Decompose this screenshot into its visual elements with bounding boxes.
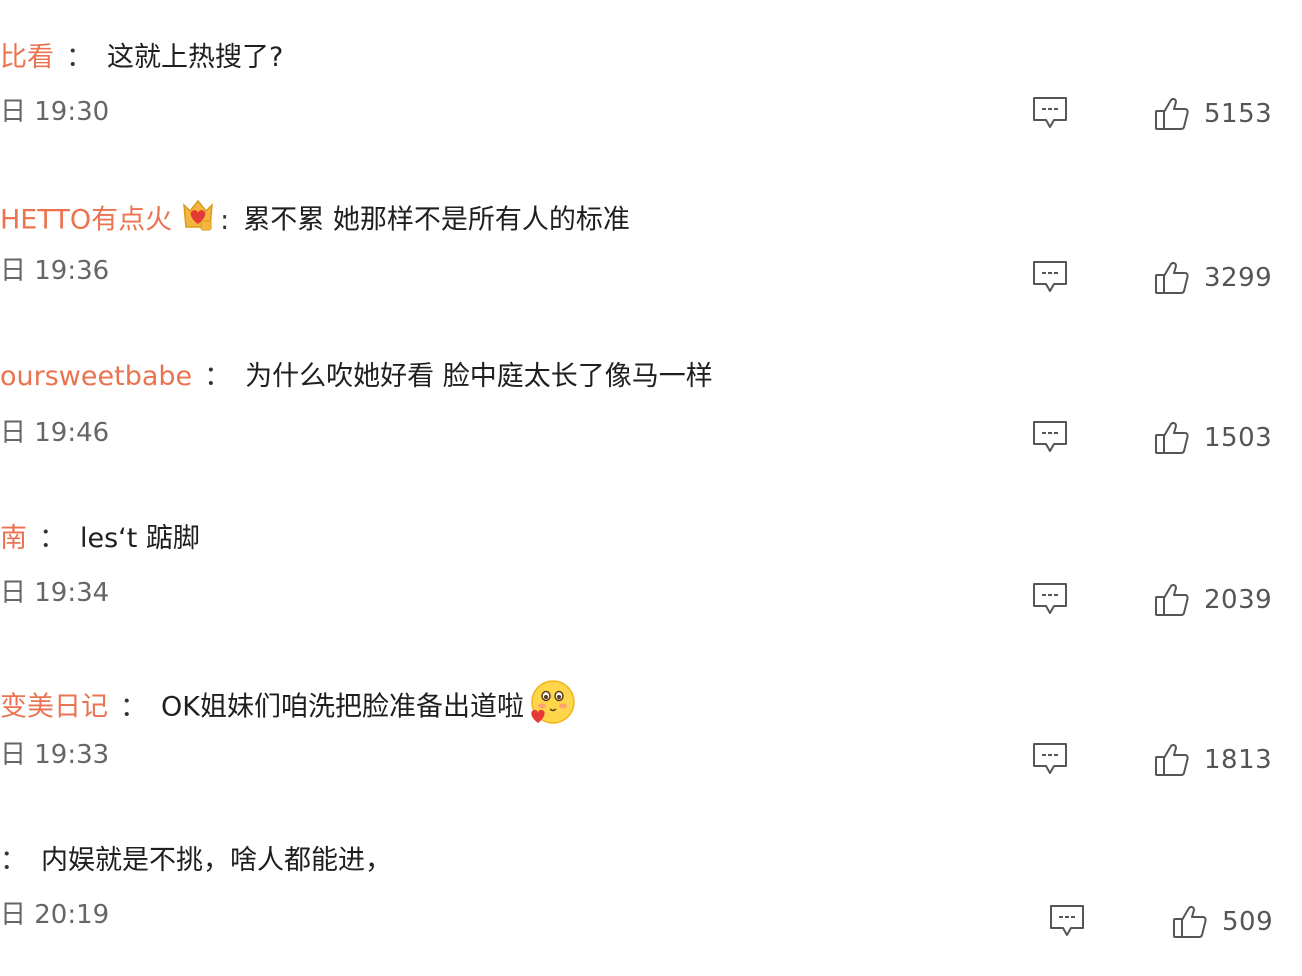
comment-date: 日 19:33 bbox=[0, 740, 110, 770]
comment-separator: ： bbox=[0, 845, 27, 876]
comment-bubble-icon bbox=[1033, 743, 1067, 774]
like-button[interactable]: 1503 bbox=[1154, 416, 1272, 460]
comment-text: les‘t 踮脚 bbox=[80, 523, 200, 554]
comment-item: oursweetbabe：为什么吹她好看 脸中庭太长了像马一样 日 19:46 … bbox=[0, 322, 1302, 484]
reply-button[interactable] bbox=[1031, 259, 1069, 295]
like-button[interactable]: 1813 bbox=[1154, 738, 1272, 782]
like-count: 5153 bbox=[1204, 99, 1273, 129]
comment-date: 日 19:36 bbox=[0, 256, 110, 286]
reply-button[interactable] bbox=[1031, 95, 1069, 131]
comment-line: 比看 ： 这就上热搜了? bbox=[0, 38, 283, 78]
comment-username[interactable]: 南 bbox=[0, 523, 27, 554]
blushing-heart-emoji-icon bbox=[528, 679, 576, 737]
comment-bubble-icon bbox=[1033, 97, 1067, 128]
comment-line: ： 内娱就是不挑，啥人都能进， bbox=[0, 841, 392, 881]
thumbs-up-icon bbox=[1155, 97, 1189, 130]
comment-username[interactable]: 变美日记 bbox=[0, 692, 108, 723]
comment-bubble-icon bbox=[1033, 261, 1067, 292]
comment-item: HETTO有点火: 累不累 她那样不是所有人的标准 日 19:36 3299 bbox=[0, 162, 1302, 324]
like-button[interactable]: 3299 bbox=[1154, 256, 1272, 300]
comment-username[interactable]: oursweetbabe bbox=[0, 361, 192, 392]
comment-text: 累不累 她那样不是所有人的标准 bbox=[243, 204, 630, 236]
comment-item: 比看 ： 这就上热搜了? 日 19:30 5153 bbox=[0, 0, 1302, 162]
thumbs-up-icon bbox=[1173, 905, 1207, 938]
comment-date: 日 19:30 bbox=[0, 97, 110, 127]
thumbs-up-icon bbox=[1155, 421, 1189, 454]
comment-bubble-icon bbox=[1033, 583, 1067, 614]
comment-separator: ： bbox=[204, 361, 232, 392]
like-count: 1813 bbox=[1204, 745, 1273, 775]
like-count: 2039 bbox=[1204, 585, 1273, 615]
comment-line: oursweetbabe ： 为什么吹她好看 脸中庭太长了像马一样 bbox=[0, 357, 713, 397]
thumbs-up-icon bbox=[1155, 583, 1189, 616]
reply-button[interactable] bbox=[1031, 741, 1069, 777]
like-count: 1503 bbox=[1204, 423, 1273, 453]
comment-separator: ： bbox=[120, 691, 147, 723]
crown-heart-badge-icon bbox=[180, 197, 216, 245]
like-button[interactable]: 2039 bbox=[1154, 578, 1272, 622]
comment-separator: ： bbox=[66, 42, 93, 73]
comment-separator: : bbox=[220, 204, 230, 236]
comment-bubble-icon bbox=[1050, 905, 1084, 936]
comment-date: 日 20:19 bbox=[0, 900, 110, 930]
comment-line: 南 ： les‘t 踮脚 bbox=[0, 519, 200, 559]
comment-item: 变美日记 ： OK姐妹们咱洗把脸准备出道啦 日 19:33 1813 bbox=[0, 642, 1302, 804]
comment-username[interactable]: HETTO有点火 bbox=[0, 205, 172, 236]
comment-text: 内娱就是不挑，啥人都能进， bbox=[41, 845, 392, 876]
comment-text: OK姐妹们咱洗把脸准备出道啦 bbox=[161, 691, 524, 723]
like-button[interactable]: 509 bbox=[1172, 900, 1273, 944]
reply-button[interactable] bbox=[1048, 903, 1086, 939]
like-count: 3299 bbox=[1204, 263, 1273, 293]
thumbs-up-icon bbox=[1155, 743, 1189, 776]
comment-line: 变美日记 ： OK姐妹们咱洗把脸准备出道啦 bbox=[0, 679, 576, 724]
reply-button[interactable] bbox=[1031, 419, 1069, 455]
comment-line: HETTO有点火: 累不累 她那样不是所有人的标准 bbox=[0, 197, 630, 237]
thumbs-up-icon bbox=[1155, 261, 1189, 294]
comment-item: ： 内娱就是不挑，啥人都能进， 日 20:19 509 bbox=[0, 804, 1302, 966]
like-button[interactable]: 5153 bbox=[1154, 92, 1272, 136]
comment-separator: ： bbox=[39, 523, 66, 554]
reply-button[interactable] bbox=[1031, 581, 1069, 617]
comment-text: 这就上热搜了? bbox=[107, 42, 284, 73]
comment-date: 日 19:34 bbox=[0, 578, 110, 608]
comment-bubble-icon bbox=[1033, 421, 1067, 452]
comment-username[interactable]: 比看 bbox=[0, 42, 54, 73]
like-count: 509 bbox=[1222, 907, 1274, 937]
comment-date: 日 19:46 bbox=[0, 418, 110, 448]
comment-item: 南 ： les‘t 踮脚 日 19:34 2039 bbox=[0, 482, 1302, 644]
comment-text: 为什么吹她好看 脸中庭太长了像马一样 bbox=[245, 361, 713, 392]
